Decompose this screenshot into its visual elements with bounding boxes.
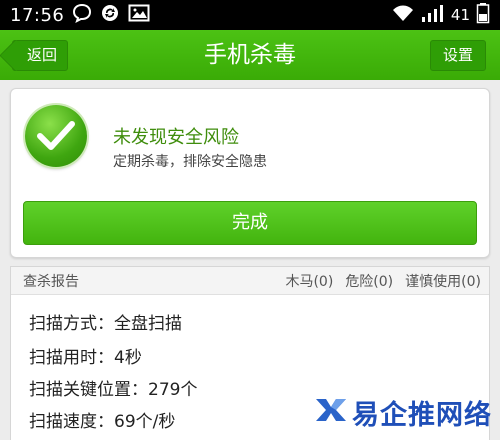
watermark-text: 易企推网络 <box>352 399 492 431</box>
scan-result-card: 未发现安全风险 定期杀毒，排除安全隐患 完成 <box>10 88 490 258</box>
image-icon <box>128 3 150 27</box>
report-header: 查杀报告 木马(0) 危险(0) 谨慎使用(0) <box>11 267 489 295</box>
report-counts: 木马(0) 危险(0) 谨慎使用(0) <box>285 271 481 291</box>
settings-button[interactable]: 设置 <box>430 40 486 71</box>
scan-duration: 扫描用时：4秒 <box>29 348 142 368</box>
scan-method: 扫描方式：全盘扫描 <box>29 314 182 334</box>
report-header-title: 查杀报告 <box>23 274 79 290</box>
done-button[interactable]: 完成 <box>23 201 477 245</box>
scan-speed: 扫描速度：69个/秒 <box>29 412 176 432</box>
result-subtitle: 定期杀毒，排除安全隐患 <box>113 154 267 170</box>
battery-icon <box>476 2 490 28</box>
back-button[interactable]: 返回 <box>0 39 68 72</box>
status-bar: 17:56 41 <box>0 0 500 30</box>
chat-bubble-icon <box>72 3 92 27</box>
scan-key-locations: 扫描关键位置：279个 <box>29 380 198 400</box>
watermark-logo-icon <box>314 393 348 431</box>
app-bar: 手机杀毒 返回 设置 <box>0 30 500 80</box>
watermark: 易企推网络 <box>314 392 492 432</box>
status-right: 41 <box>391 0 490 30</box>
sync-icon <box>100 3 120 27</box>
back-button-label: 返回 <box>27 46 58 64</box>
status-time: 17:56 <box>10 4 65 26</box>
caution-count: 谨慎使用(0) <box>405 274 481 290</box>
wifi-icon <box>391 3 415 27</box>
signal-icon <box>421 3 445 27</box>
checkmark-icon <box>25 105 87 167</box>
result-title: 未发现安全风险 <box>113 127 239 148</box>
danger-count: 危险(0) <box>345 274 394 290</box>
page-title: 手机杀毒 <box>204 42 296 68</box>
notification-icons <box>72 3 150 27</box>
trojan-count: 木马(0) <box>285 274 334 290</box>
battery-level: 41 <box>450 6 470 24</box>
